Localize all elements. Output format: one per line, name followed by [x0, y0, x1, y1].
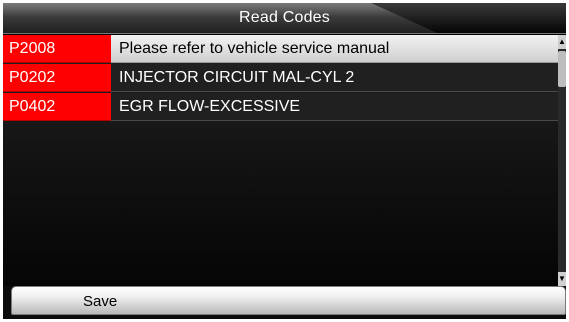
scroll-thumb[interactable] — [558, 51, 566, 87]
bottom-toolbar: Save — [3, 286, 566, 319]
dtc-code: P0402 — [3, 93, 111, 121]
save-button[interactable]: Save — [11, 286, 566, 315]
save-button-label: Save — [83, 293, 118, 310]
scroll-down-icon[interactable]: ▼ — [558, 272, 566, 286]
scrollbar[interactable]: ▲ ▼ — [558, 35, 566, 286]
scanner-screen: Read Codes P2008 Please refer to vehicle… — [3, 3, 566, 319]
scroll-up-icon[interactable]: ▲ — [558, 35, 566, 49]
code-row[interactable]: P0202 INJECTOR CIRCUIT MAL-CYL 2 — [3, 64, 558, 92]
page-title: Read Codes — [239, 9, 330, 26]
dtc-code: P0202 — [3, 64, 111, 92]
code-list: P2008 Please refer to vehicle service ma… — [3, 35, 566, 286]
dtc-description: EGR FLOW-EXCESSIVE — [111, 93, 558, 121]
dtc-code: P2008 — [3, 35, 111, 63]
dtc-description: INJECTOR CIRCUIT MAL-CYL 2 — [111, 64, 558, 92]
code-row[interactable]: P2008 Please refer to vehicle service ma… — [3, 35, 558, 63]
dtc-description: Please refer to vehicle service manual — [111, 35, 558, 63]
title-bar: Read Codes — [3, 3, 566, 34]
code-row[interactable]: P0402 EGR FLOW-EXCESSIVE — [3, 93, 558, 121]
